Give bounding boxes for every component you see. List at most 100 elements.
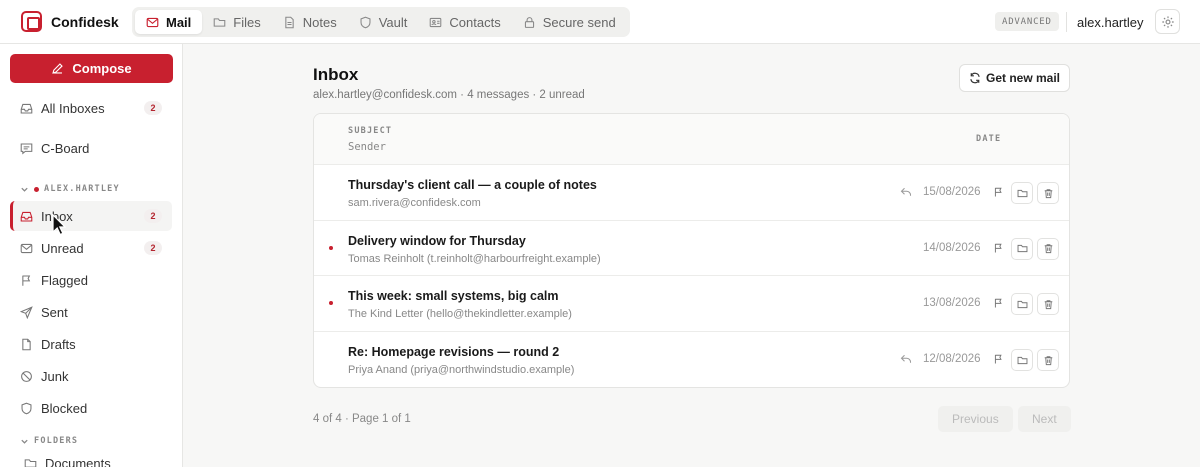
- sidebar-item-unread[interactable]: Unread 2: [10, 233, 172, 263]
- delete-button[interactable]: [1037, 293, 1059, 316]
- tab-secure-send[interactable]: Secure send: [512, 10, 627, 34]
- folder-icon: [24, 458, 37, 467]
- folders-label: FOLDERS: [34, 436, 79, 446]
- tab-label: Secure send: [542, 14, 616, 30]
- trash-icon: [1044, 244, 1052, 254]
- unread-indicator: [329, 245, 333, 250]
- inbox-icon: [20, 103, 33, 113]
- chevron-down-icon: [21, 439, 28, 444]
- refresh-icon: [970, 72, 980, 84]
- move-button[interactable]: [1011, 182, 1033, 204]
- chat-icon: [20, 143, 33, 155]
- move-button[interactable]: [1011, 293, 1033, 316]
- compose-label: Compose: [72, 61, 132, 76]
- sidebar-item-documents[interactable]: Documents: [14, 448, 176, 467]
- compose-button[interactable]: Compose: [10, 54, 173, 83]
- note-icon: [285, 16, 294, 28]
- get-new-mail-button[interactable]: Get new mail: [959, 64, 1070, 92]
- message-date: 15/08/2026: [923, 186, 981, 198]
- trash-icon: [1044, 188, 1052, 198]
- flag-icon[interactable]: [993, 297, 1004, 309]
- account-section-header[interactable]: ALEX.HARTLEY: [20, 184, 120, 194]
- message-subject: Re: Homepage revisions — round 2: [348, 345, 560, 360]
- sidebar-item-label: Sent: [41, 304, 68, 320]
- sidebar-item-flagged[interactable]: Flagged: [10, 265, 172, 295]
- column-subject[interactable]: SUBJECT: [348, 126, 392, 136]
- message-row[interactable]: Delivery window for Thursday Tomas Reinh…: [314, 221, 1069, 277]
- trash-icon: [1044, 300, 1052, 309]
- delete-button[interactable]: [1037, 349, 1059, 372]
- sidebar-item-label: Flagged: [41, 272, 88, 288]
- replied-icon: [900, 187, 912, 196]
- confidesk-logo-icon: [21, 11, 42, 32]
- mailbox-summary: alex.hartley@confidesk.com · 4 messages …: [313, 89, 585, 101]
- shield-icon: [360, 16, 371, 28]
- settings-button[interactable]: [1155, 9, 1180, 34]
- get-new-mail-label: Get new mail: [985, 71, 1061, 85]
- flag-icon[interactable]: [993, 353, 1004, 365]
- tab-label: Files: [233, 14, 261, 30]
- move-button[interactable]: [1011, 237, 1033, 260]
- page-title: Inbox: [313, 65, 359, 84]
- sidebar-item-label: Drafts: [41, 336, 76, 352]
- main-nav: Mail Files Notes Vault Contacts Secure s…: [132, 7, 630, 37]
- pagination-summary: 4 of 4 · Page 1 of 1: [313, 413, 411, 425]
- top-bar: Confidesk Mail Files Notes Vault Contact…: [0, 0, 1200, 44]
- message-row[interactable]: Re: Homepage revisions — round 2 Priya A…: [314, 332, 1069, 387]
- message-sender: Tomas Reinholt (t.reinholt@harbourfreigh…: [348, 252, 601, 265]
- message-date: 14/08/2026: [923, 241, 981, 254]
- delete-button[interactable]: [1037, 237, 1059, 260]
- previous-page-button[interactable]: Previous: [938, 406, 1013, 432]
- sidebar-item-sent[interactable]: Sent: [10, 297, 172, 327]
- tab-label: Vault: [378, 14, 408, 30]
- mode-badge[interactable]: ADVANCED: [995, 12, 1059, 31]
- sidebar-item-blocked[interactable]: Blocked: [10, 393, 172, 423]
- column-date[interactable]: DATE: [976, 134, 1001, 144]
- tab-notes[interactable]: Notes: [272, 10, 348, 34]
- message-row[interactable]: Thursday's client call — a couple of not…: [314, 165, 1069, 221]
- next-page-button[interactable]: Next: [1018, 406, 1071, 432]
- message-list: SUBJECT Sender DATE Thursday's client ca…: [313, 113, 1070, 388]
- tab-contacts[interactable]: Contacts: [418, 10, 511, 34]
- sidebar-item-label: All Inboxes: [41, 100, 105, 116]
- sidebar-item-label: Blocked: [41, 400, 88, 416]
- unread-indicator: [329, 301, 333, 306]
- flag-icon[interactable]: [993, 242, 1004, 254]
- flag-icon[interactable]: [993, 186, 1004, 198]
- sidebar-item-drafts[interactable]: Drafts: [10, 329, 172, 359]
- folders-section-header[interactable]: FOLDERS: [20, 436, 78, 446]
- shield-icon: [21, 402, 32, 414]
- sidebar-item-c-board[interactable]: C-Board: [10, 133, 172, 163]
- unread-count-badge: 2: [144, 209, 162, 223]
- move-button[interactable]: [1011, 349, 1033, 372]
- contacts-icon: [430, 17, 442, 27]
- user-name[interactable]: alex.hartley: [1077, 15, 1143, 30]
- tab-mail[interactable]: Mail: [135, 10, 203, 34]
- tab-label: Notes: [302, 14, 337, 30]
- mouse-cursor-icon: [52, 214, 66, 236]
- message-subject: Thursday's client call — a couple of not…: [348, 178, 597, 192]
- delete-button[interactable]: [1037, 182, 1059, 204]
- lock-icon: [524, 16, 534, 28]
- trash-icon: [1044, 355, 1052, 365]
- tab-files[interactable]: Files: [202, 10, 271, 34]
- tab-vault[interactable]: Vault: [348, 10, 419, 34]
- sidebar-item-all-inboxes[interactable]: All Inboxes 2: [10, 93, 172, 123]
- folder-icon: [1017, 245, 1027, 253]
- column-sender[interactable]: Sender: [348, 141, 386, 153]
- message-subject: Delivery window for Thursday: [348, 233, 526, 248]
- account-label: ALEX.HARTLEY: [44, 184, 120, 194]
- brand[interactable]: Confidesk: [21, 11, 119, 32]
- sidebar-item-label: Documents: [45, 455, 111, 467]
- sidebar-item-label: Unread: [41, 240, 84, 256]
- message-row[interactable]: This week: small systems, big calm The K…: [314, 276, 1069, 333]
- inbox-icon: [20, 211, 33, 221]
- sidebar-item-inbox[interactable]: Inbox 2: [10, 201, 172, 231]
- sidebar-item-junk[interactable]: Junk: [10, 361, 172, 391]
- message-date: 12/08/2026: [923, 353, 981, 366]
- pencil-icon: [52, 63, 64, 74]
- message-sender: sam.rivera@confidesk.com: [348, 197, 481, 209]
- folder-icon: [1017, 189, 1027, 197]
- tab-label: Contacts: [449, 14, 501, 30]
- folder-icon: [1017, 300, 1027, 308]
